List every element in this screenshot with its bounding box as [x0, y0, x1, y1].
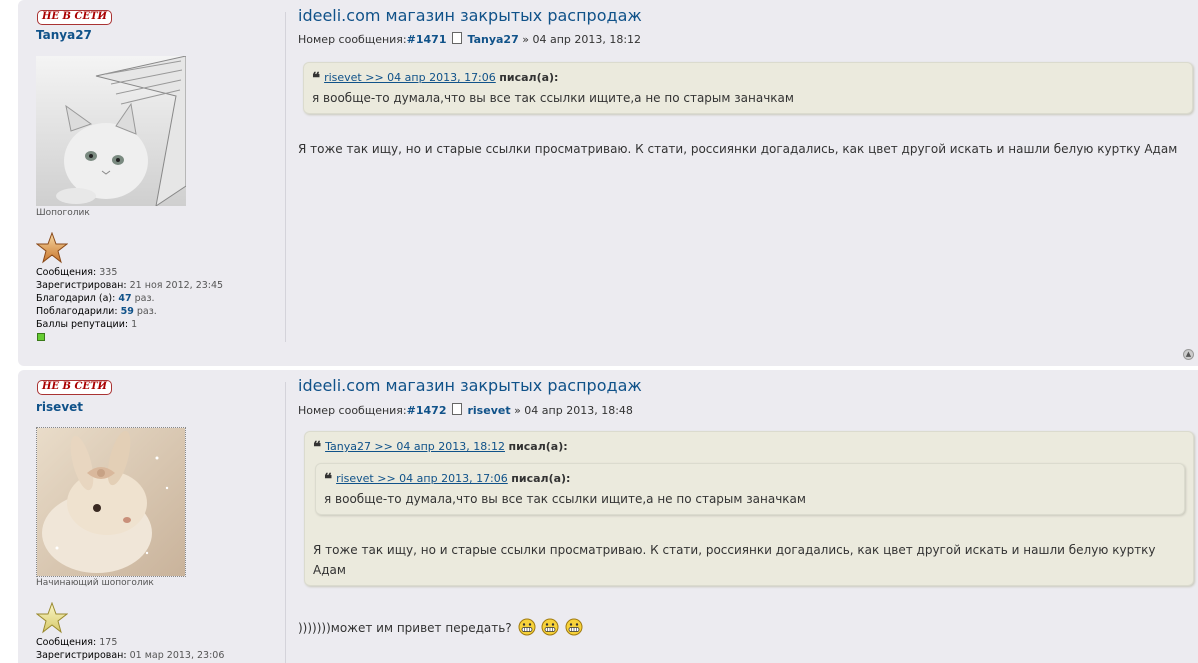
post-title-link[interactable]: ideeli.com магазин закрытых распродаж — [298, 376, 642, 395]
post-number-link[interactable]: #1472 — [407, 404, 447, 417]
user-rank: Начинающий шопоголик — [36, 578, 154, 588]
avatar[interactable] — [36, 427, 186, 577]
quote-source-link[interactable]: risevet >> 04 апр 2013, 17:06 — [324, 71, 496, 84]
messages-count: 175 — [99, 637, 118, 648]
registered-date: 21 ноя 2012, 23:45 — [129, 280, 224, 291]
post-profile: НЕ В СЕТИ Tanya27 Шопоголик Сообщения: 3… — [18, 0, 286, 366]
post-number-link[interactable]: #1471 — [407, 33, 447, 46]
post-body-line: )))))))может им привет передать? — [298, 621, 512, 635]
grin-smiley-icon — [541, 618, 559, 636]
post-body-text: Я тоже так ищу, но и старые ссылки просм… — [298, 142, 1178, 156]
messages-count: 335 — [99, 267, 118, 278]
grin-smiley-icon — [518, 618, 535, 636]
post-date: » 04 апр 2013, 18:12 — [522, 33, 642, 46]
user-stats: Сообщения: 335 Зарегистрирован: 21 ноя 2… — [36, 266, 223, 331]
post-document-icon — [452, 403, 463, 415]
registered-label: Зарегистрирован: — [36, 280, 127, 291]
quote-header: ❝ Tanya27 >> 04 апр 2013, 18:12 писал(а): — [313, 438, 568, 456]
quote-source-link[interactable]: Tanya27 >> 04 апр 2013, 18:12 — [325, 440, 505, 453]
quote-text: я вообще-то думала,что вы все так ссылки… — [324, 492, 806, 506]
back-to-top-icon[interactable]: ▲ — [1183, 349, 1194, 360]
thanks-suffix: раз. — [136, 306, 157, 317]
post-author-link[interactable]: risevet — [467, 404, 510, 417]
thanks-label: Поблагодарили: — [36, 306, 118, 317]
rank-star-icon — [36, 232, 68, 264]
registered-date: 01 мар 2013, 23:06 — [129, 650, 225, 661]
messages-label: Сообщения: — [36, 267, 97, 278]
messages-label: Сообщения: — [36, 637, 97, 648]
post-meta: Номер сообщения:#1472 risevet » 04 апр 20… — [298, 403, 633, 417]
avatar[interactable] — [36, 56, 186, 206]
reputation-label: Баллы репутации: — [36, 319, 129, 330]
post-date: » 04 апр 2013, 18:48 — [514, 404, 633, 417]
post-number-label: Номер сообщения: — [298, 33, 407, 46]
quote-icon: ❝ — [313, 438, 322, 456]
username-link[interactable]: risevet — [36, 400, 83, 414]
user-stats: Сообщения: 175 Зарегистрирован: 01 мар 2… — [36, 636, 224, 662]
quote-source-link[interactable]: risevet >> 04 апр 2013, 17:06 — [336, 472, 508, 485]
quote-icon: ❝ — [312, 69, 321, 87]
post-author-link[interactable]: Tanya27 — [467, 33, 518, 46]
registered-label: Зарегистрирован: — [36, 650, 127, 661]
user-rank: Шопоголик — [36, 208, 90, 218]
post-meta: Номер сообщения:#1471 Tanya27 » 04 апр 20… — [298, 32, 641, 46]
quote-wrote-label: писал(а): — [511, 472, 571, 485]
reputation-value: 1 — [131, 319, 138, 330]
thanked-suffix: раз. — [134, 293, 155, 304]
nested-quote-block: ❝ risevet >> 04 апр 2013, 17:06 писал(а):… — [315, 463, 1185, 515]
post: НЕ В СЕТИ Tanya27 Шопоголик Сообщения: 3… — [18, 0, 1198, 366]
quote-text: Я тоже так ищу, но и старые ссылки просм… — [313, 543, 1156, 557]
quote-block: ❝ risevet >> 04 апр 2013, 17:06 писал(а):… — [303, 62, 1193, 114]
profile-divider — [285, 382, 286, 663]
post-profile: НЕ В СЕТИ risevet Начинающий шопоголик С… — [18, 370, 286, 663]
quote-header: ❝ risevet >> 04 апр 2013, 17:06 писал(а): — [324, 470, 570, 488]
offline-status-badge: НЕ В СЕТИ — [37, 380, 112, 395]
reputation-bar-icon — [37, 333, 45, 341]
quote-header: ❝ risevet >> 04 апр 2013, 17:06 писал(а): — [312, 69, 558, 87]
post-number-label: Номер сообщения: — [298, 404, 407, 417]
thanks-count-link[interactable]: 59 — [121, 306, 134, 317]
rank-star-icon — [36, 602, 68, 634]
post-body-text: )))))))может им привет передать? — [298, 618, 583, 636]
post: НЕ В СЕТИ risevet Начинающий шопоголик С… — [18, 370, 1198, 663]
profile-divider — [285, 12, 286, 342]
quote-text: Адам — [313, 563, 346, 577]
post-document-icon — [452, 32, 463, 44]
grin-smiley-icon — [565, 618, 583, 636]
quote-block: ❝ Tanya27 >> 04 апр 2013, 18:12 писал(а):… — [304, 431, 1194, 586]
username-link[interactable]: Tanya27 — [36, 28, 92, 42]
quote-wrote-label: писал(а): — [508, 440, 568, 453]
quote-icon: ❝ — [324, 470, 333, 488]
thanked-label: Благодарил (а): — [36, 293, 116, 304]
quote-text: я вообще-то думала,что вы все так ссылки… — [312, 91, 794, 105]
thanked-count-link[interactable]: 47 — [118, 293, 131, 304]
post-title-link[interactable]: ideeli.com магазин закрытых распродаж — [298, 6, 642, 25]
quote-wrote-label: писал(а): — [499, 71, 559, 84]
offline-status-badge: НЕ В СЕТИ — [37, 10, 112, 25]
